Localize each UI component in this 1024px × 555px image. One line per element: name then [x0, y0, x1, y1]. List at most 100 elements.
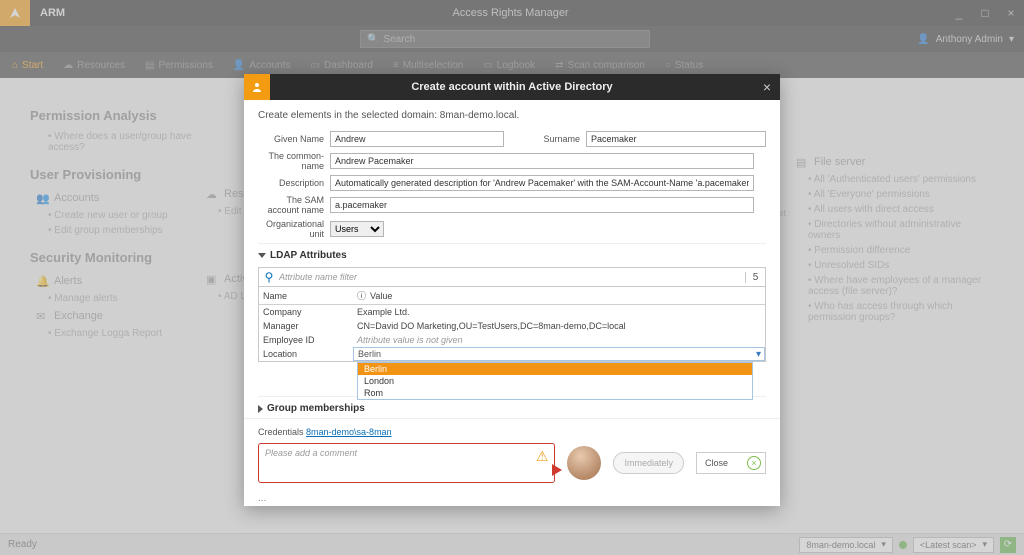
app-logo — [0, 0, 30, 26]
status-indicator-icon — [899, 541, 907, 549]
status-text: Ready — [8, 539, 37, 550]
cn-input[interactable] — [330, 153, 754, 169]
tab-start[interactable]: ⌂Start — [12, 60, 43, 71]
window-title: Access Rights Manager — [75, 7, 946, 19]
create-user-link[interactable]: Create new user or group — [30, 208, 200, 223]
exchange-icon: ✉ — [36, 310, 48, 322]
tab-permissions[interactable]: ▤Permissions — [145, 60, 213, 71]
exchange-link[interactable]: ✉Exchange — [30, 306, 200, 326]
tab-resources[interactable]: ☁Resources — [63, 60, 125, 71]
search-placeholder: Search — [383, 34, 415, 45]
file-server-section[interactable]: ▤File server — [790, 152, 990, 172]
filter-count: 5 — [745, 272, 765, 283]
ou-label: Organizational unit — [258, 219, 330, 239]
fs-item[interactable]: All 'Authenticated users' permissions — [790, 172, 990, 187]
location-dropdown: Berlin London Rom — [357, 362, 753, 400]
search-icon: 🔍 — [367, 34, 379, 45]
warning-icon: ⚠ — [536, 448, 549, 465]
domain-selector[interactable]: 8man-demo.local▾ — [799, 537, 893, 553]
surname-input[interactable] — [586, 131, 766, 147]
manage-alerts-link[interactable]: Manage alerts — [30, 291, 200, 306]
description-label: Description — [258, 178, 330, 188]
ou-select[interactable]: Users — [330, 221, 384, 237]
attr-row-company[interactable]: CompanyExample Ltd. — [259, 305, 765, 319]
attr-row-manager[interactable]: ManagerCN=David DO Marketing,OU=TestUser… — [259, 319, 765, 333]
location-option-rom[interactable]: Rom — [358, 387, 752, 399]
user-icon — [244, 74, 270, 100]
location-select[interactable]: Berlin ▾ — [353, 347, 765, 361]
more-indicator: ... — [244, 491, 780, 506]
modal-title: Create account within Active Directory — [270, 81, 754, 93]
domain-description: Create elements in the selected domain: … — [258, 110, 766, 121]
status-bar: Ready 8man-demo.local▾ <Latest scan>▾ ⟳ — [0, 533, 1024, 555]
location-option-berlin[interactable]: Berlin — [358, 363, 752, 375]
close-button[interactable]: Close× — [696, 452, 766, 474]
tab-accounts[interactable]: 👤Accounts — [233, 60, 291, 71]
close-window-button[interactable]: × — [998, 6, 1024, 20]
accounts-link[interactable]: 👥Accounts — [30, 188, 200, 208]
given-name-input[interactable] — [330, 131, 504, 147]
cn-label: The common-name — [258, 151, 330, 171]
credentials-link[interactable]: 8man-demo\sa-8man — [306, 427, 392, 437]
security-monitoring-heading: Security Monitoring — [30, 250, 200, 265]
brand-name: ARM — [30, 7, 75, 19]
cloud-icon: ☁ — [206, 188, 218, 200]
sync-button[interactable]: ⟳ — [1000, 537, 1016, 553]
info-icon: ⓘ — [357, 289, 366, 302]
tab-multiselection[interactable]: ≡Multiselection — [393, 60, 463, 71]
maximize-button[interactable]: □ — [972, 6, 998, 20]
filter-placeholder[interactable]: Attribute name filter — [279, 272, 745, 282]
filter-icon[interactable]: ⚲ — [259, 268, 279, 286]
minimize-button[interactable]: _ — [946, 6, 972, 20]
shield-icon: ▤ — [145, 60, 154, 71]
sam-input[interactable] — [330, 197, 754, 213]
attr-row-location[interactable]: Location Berlin ▾ — [259, 347, 765, 361]
permission-question[interactable]: Where does a user/group have access? — [30, 129, 200, 155]
description-input[interactable] — [330, 175, 754, 191]
modal-close-button[interactable]: × — [754, 79, 780, 95]
utility-bar: 🔍 Search 👤 Anthony Admin ▾ — [0, 26, 1024, 52]
alerts-link[interactable]: 🔔Alerts — [30, 271, 200, 291]
surname-label: Surname — [540, 134, 586, 144]
info-icon: ○ — [665, 60, 671, 71]
fs-item[interactable]: Where have employees of a manager access… — [790, 273, 990, 299]
schedule-button[interactable]: Immediately — [613, 452, 684, 474]
users-icon: 👥 — [36, 192, 48, 204]
scan-selector[interactable]: <Latest scan>▾ — [913, 537, 994, 553]
current-user[interactable]: Anthony Admin — [936, 34, 1003, 45]
edit-groups-link[interactable]: Edit group memberships — [30, 223, 200, 238]
col-value[interactable]: ⓘValue — [353, 289, 765, 302]
compare-icon: ⇄ — [555, 60, 563, 71]
fs-item[interactable]: Unresolved SIDs — [790, 258, 990, 273]
bell-icon: 🔔 — [36, 275, 48, 287]
user-icon: 👤 — [233, 60, 245, 71]
fs-item[interactable]: Permission difference — [790, 243, 990, 258]
comment-input[interactable]: Please add a comment ⚠ — [258, 443, 555, 483]
col-name[interactable]: Name — [259, 291, 353, 301]
given-name-label: Given Name — [258, 134, 330, 144]
server-icon: ▤ — [796, 156, 808, 168]
global-search[interactable]: 🔍 Search — [360, 30, 650, 48]
location-option-london[interactable]: London — [358, 375, 752, 387]
ldap-attributes-expander[interactable]: LDAP Attributes — [258, 243, 766, 267]
create-account-modal: Create account within Active Directory ×… — [244, 74, 780, 506]
chevron-down-icon[interactable]: ▾ — [756, 349, 761, 360]
avatar — [567, 446, 601, 480]
fs-item[interactable]: All 'Everyone' permissions — [790, 187, 990, 202]
tab-scancomparison[interactable]: ⇄Scan comparison — [555, 60, 645, 71]
fs-item[interactable]: Directories without administrative owner… — [790, 217, 990, 243]
exchange-report-link[interactable]: Exchange Logga Report — [30, 326, 200, 341]
attr-row-employeeid[interactable]: Employee IDAttribute value is not given — [259, 333, 765, 347]
cloud-icon: ☁ — [63, 60, 73, 71]
sam-label: The SAM account name — [258, 195, 330, 215]
fs-item[interactable]: Who has access through which permission … — [790, 299, 990, 325]
tab-logbook[interactable]: ▭Logbook — [483, 60, 535, 71]
tab-status[interactable]: ○Status — [665, 60, 703, 71]
chevron-down-icon: ▾ — [881, 539, 886, 550]
fs-item[interactable]: All users with direct access — [790, 202, 990, 217]
tab-dashboard[interactable]: ▭Dashboard — [311, 60, 373, 71]
chevron-down-icon[interactable]: ▾ — [1009, 34, 1014, 45]
credentials-label: Credentials — [258, 427, 306, 437]
book-icon: ▭ — [483, 60, 492, 71]
permission-analysis-heading: Permission Analysis — [30, 108, 200, 123]
